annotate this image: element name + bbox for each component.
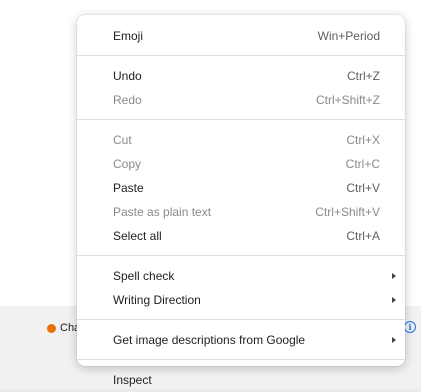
status-chip[interactable]: Cha <box>47 322 80 334</box>
menu-separator <box>77 255 405 256</box>
menu-item-shortcut: Ctrl+V <box>346 181 380 195</box>
menu-item-select-all[interactable]: Select all Ctrl+A <box>77 224 405 248</box>
menu-item-shortcut: Ctrl+C <box>345 157 380 171</box>
menu-item-shortcut: Ctrl+Z <box>347 69 380 83</box>
menu-item-paste-plain-text[interactable]: Paste as plain text Ctrl+Shift+V <box>77 200 405 224</box>
menu-separator <box>77 119 405 120</box>
menu-item-label: Redo <box>113 93 142 107</box>
menu-item-label: Inspect <box>113 373 152 387</box>
status-dot <box>47 323 56 333</box>
menu-item-copy[interactable]: Copy Ctrl+C <box>77 152 405 176</box>
menu-item-emoji[interactable]: Emoji Win+Period <box>77 24 405 48</box>
menu-item-label: Spell check <box>113 269 175 283</box>
menu-item-label: Paste <box>113 181 144 195</box>
menu-item-shortcut: Ctrl+X <box>346 133 380 147</box>
menu-item-label: Cut <box>113 133 132 147</box>
info-icon[interactable]: i <box>404 321 416 333</box>
menu-item-paste[interactable]: Paste Ctrl+V <box>77 176 405 200</box>
menu-item-undo[interactable]: Undo Ctrl+Z <box>77 64 405 88</box>
menu-item-shortcut: Ctrl+Shift+Z <box>315 93 380 107</box>
context-menu: Emoji Win+Period Undo Ctrl+Z Redo Ctrl+S… <box>77 15 405 387</box>
menu-item-shortcut: Ctrl+A <box>346 229 380 243</box>
menu-item-label: Undo <box>113 69 142 83</box>
menu-item-cut[interactable]: Cut Ctrl+X <box>77 128 405 152</box>
chevron-right-icon <box>392 297 396 303</box>
menu-item-writing-direction[interactable]: Writing Direction <box>77 288 405 312</box>
menu-item-label: Paste as plain text <box>113 205 212 219</box>
menu-item-shortcut: Win+Period <box>317 29 380 43</box>
chevron-right-icon <box>392 273 396 279</box>
menu-item-spell-check[interactable]: Spell check <box>77 264 405 288</box>
menu-item-shortcut: Ctrl+Shift+V <box>315 205 380 219</box>
menu-separator <box>77 319 405 320</box>
menu-item-label: Copy <box>113 157 142 171</box>
menu-item-inspect[interactable]: Inspect <box>77 368 405 392</box>
menu-item-label: Get image descriptions from Google <box>113 333 306 347</box>
chevron-right-icon <box>392 337 396 343</box>
menu-item-label: Writing Direction <box>113 293 201 307</box>
menu-item-label: Emoji <box>113 29 144 43</box>
menu-separator <box>77 359 405 360</box>
menu-separator <box>77 55 405 56</box>
menu-item-label: Select all <box>113 229 162 243</box>
menu-item-redo[interactable]: Redo Ctrl+Shift+Z <box>77 88 405 112</box>
menu-item-image-descriptions[interactable]: Get image descriptions from Google <box>77 328 405 352</box>
